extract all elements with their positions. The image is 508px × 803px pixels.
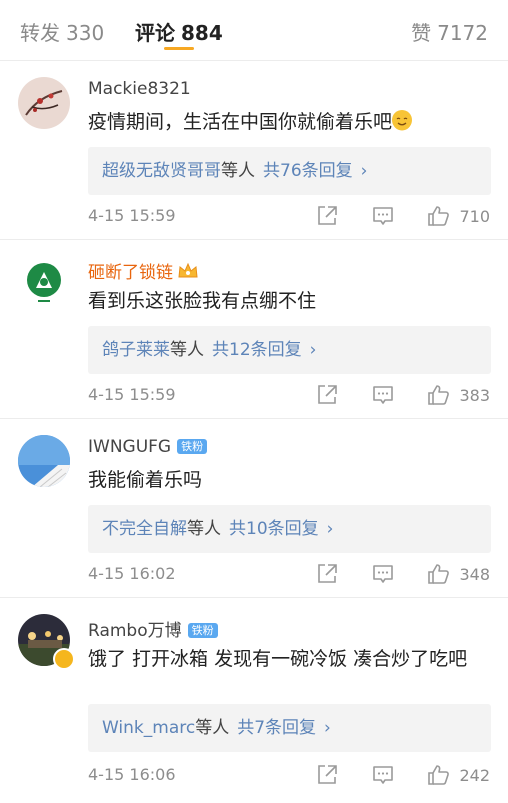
share-icon[interactable] (315, 204, 339, 228)
chevron-right-icon: › (309, 340, 317, 360)
tab-like-count: 7172 (437, 21, 488, 45)
reply-user-link[interactable]: 超级无敌贤哥哥 (102, 161, 221, 181)
tab-repost-count: 330 (66, 21, 105, 45)
thumbs-up-icon[interactable] (427, 204, 451, 228)
avatar[interactable] (18, 77, 70, 129)
comment-text: 疫情期间，生活在中国你就偷着乐吧 (88, 107, 493, 137)
like-count: 383 (459, 385, 490, 405)
like-count: 242 (459, 765, 490, 785)
tab-like-label: 赞 (411, 21, 432, 45)
tab-repost[interactable]: 转发 330 (20, 17, 104, 46)
comment-item: Rambo万博 铁粉 饿了 打开冰箱 发现有一碗冷饭 凑合炒了吃吧 Wink_ma… (0, 598, 508, 803)
comment-icon[interactable] (371, 383, 395, 407)
comment-actions: 242 (315, 763, 490, 787)
reply-suffix: 等人 (195, 718, 230, 738)
thumbs-up-icon[interactable] (427, 383, 451, 407)
chevron-right-icon: › (324, 718, 331, 738)
active-tab-indicator (164, 47, 194, 50)
reply-user-link[interactable]: 不完全自解 (102, 519, 187, 539)
reply-user-link[interactable]: 鸽子莱莱 (102, 340, 170, 360)
share-icon[interactable] (315, 383, 339, 407)
username[interactable]: 砸断了锁链 (88, 258, 199, 285)
verified-badge-icon (53, 648, 75, 670)
avatar[interactable] (18, 256, 70, 308)
tab-like[interactable]: 赞 7172 (411, 17, 488, 46)
reply-total[interactable]: 共7条回复 (237, 718, 316, 738)
comment-tabs: 转发 330 评论 884 赞 7172 (0, 0, 508, 61)
comment-actions: 710 (315, 204, 490, 228)
reply-suffix: 等人 (221, 161, 255, 181)
comment-time: 4-15 15:59 (88, 206, 176, 225)
comment-item: 砸断了锁链 看到乐这张脸我有点绷不住 鸽子莱莱等人 共12条回复 › 4-15 15… (0, 240, 508, 419)
comment-time: 4-15 15:59 (88, 385, 176, 404)
username-text: Rambo万博 (88, 621, 182, 641)
like-count: 710 (459, 206, 490, 226)
comment-text: 我能偷着乐吗 (88, 469, 203, 491)
reply-total[interactable]: 共12条回复 (212, 340, 302, 360)
reply-user-link[interactable]: Wink_marc (102, 718, 195, 738)
username[interactable]: IWNGUFG 铁粉 (88, 437, 208, 457)
reply-summary[interactable]: Wink_marc等人 共7条回复 › (88, 704, 491, 752)
tab-repost-label: 转发 (20, 21, 60, 45)
crown-icon (177, 262, 199, 285)
share-icon[interactable] (315, 763, 339, 787)
tab-comment-label: 评论 (135, 21, 175, 45)
comment-actions: 348 (315, 562, 490, 586)
comment-time: 4-15 16:06 (88, 765, 176, 784)
fan-badge: 铁粉 (187, 623, 218, 638)
thumbs-up-icon[interactable] (427, 763, 451, 787)
share-icon[interactable] (315, 562, 339, 586)
comment-text: 饿了 打开冰箱 发现有一碗冷饭 凑合炒了吃吧 (88, 648, 468, 670)
chevron-right-icon: › (360, 161, 368, 181)
reply-suffix: 等人 (187, 519, 221, 539)
reply-summary[interactable]: 鸽子莱莱等人 共12条回复 › (88, 326, 491, 374)
like-count: 348 (459, 564, 490, 584)
comment-actions: 383 (315, 383, 490, 407)
reply-summary[interactable]: 不完全自解等人 共10条回复 › (88, 505, 491, 553)
comment-item: IWNGUFG 铁粉 我能偷着乐吗 不完全自解等人 共10条回复 › 4-15 16:… (0, 419, 508, 598)
reply-total[interactable]: 共76条回复 (263, 161, 353, 181)
tab-comment-count: 884 (181, 21, 223, 45)
comment-icon[interactable] (371, 204, 395, 228)
username[interactable]: Mackie8321 (88, 79, 191, 99)
username[interactable]: Rambo万博 铁粉 (88, 616, 218, 641)
comment-text-body: 疫情期间，生活在中国你就偷着乐吧 (88, 111, 393, 133)
comment-icon[interactable] (371, 763, 395, 787)
avatar[interactable] (18, 435, 70, 487)
tab-comment[interactable]: 评论 884 (135, 17, 223, 46)
reply-total[interactable]: 共10条回复 (229, 519, 319, 539)
reply-summary[interactable]: 超级无敌贤哥哥等人 共76条回复 › (88, 147, 491, 195)
smile-emoji-icon (392, 110, 413, 131)
comment-icon[interactable] (371, 562, 395, 586)
thumbs-up-icon[interactable] (427, 562, 451, 586)
comment-time: 4-15 16:02 (88, 564, 176, 583)
chevron-right-icon: › (326, 519, 334, 539)
username-text: IWNGUFG (88, 437, 172, 457)
fan-badge: 铁粉 (177, 439, 208, 454)
comment-item: Mackie8321 疫情期间，生活在中国你就偷着乐吧 超级无敌贤哥哥等人 共76… (0, 61, 508, 240)
username-text: 砸断了锁链 (88, 263, 173, 283)
reply-suffix: 等人 (170, 340, 204, 360)
comment-text: 看到乐这张脸我有点绷不住 (88, 290, 317, 312)
